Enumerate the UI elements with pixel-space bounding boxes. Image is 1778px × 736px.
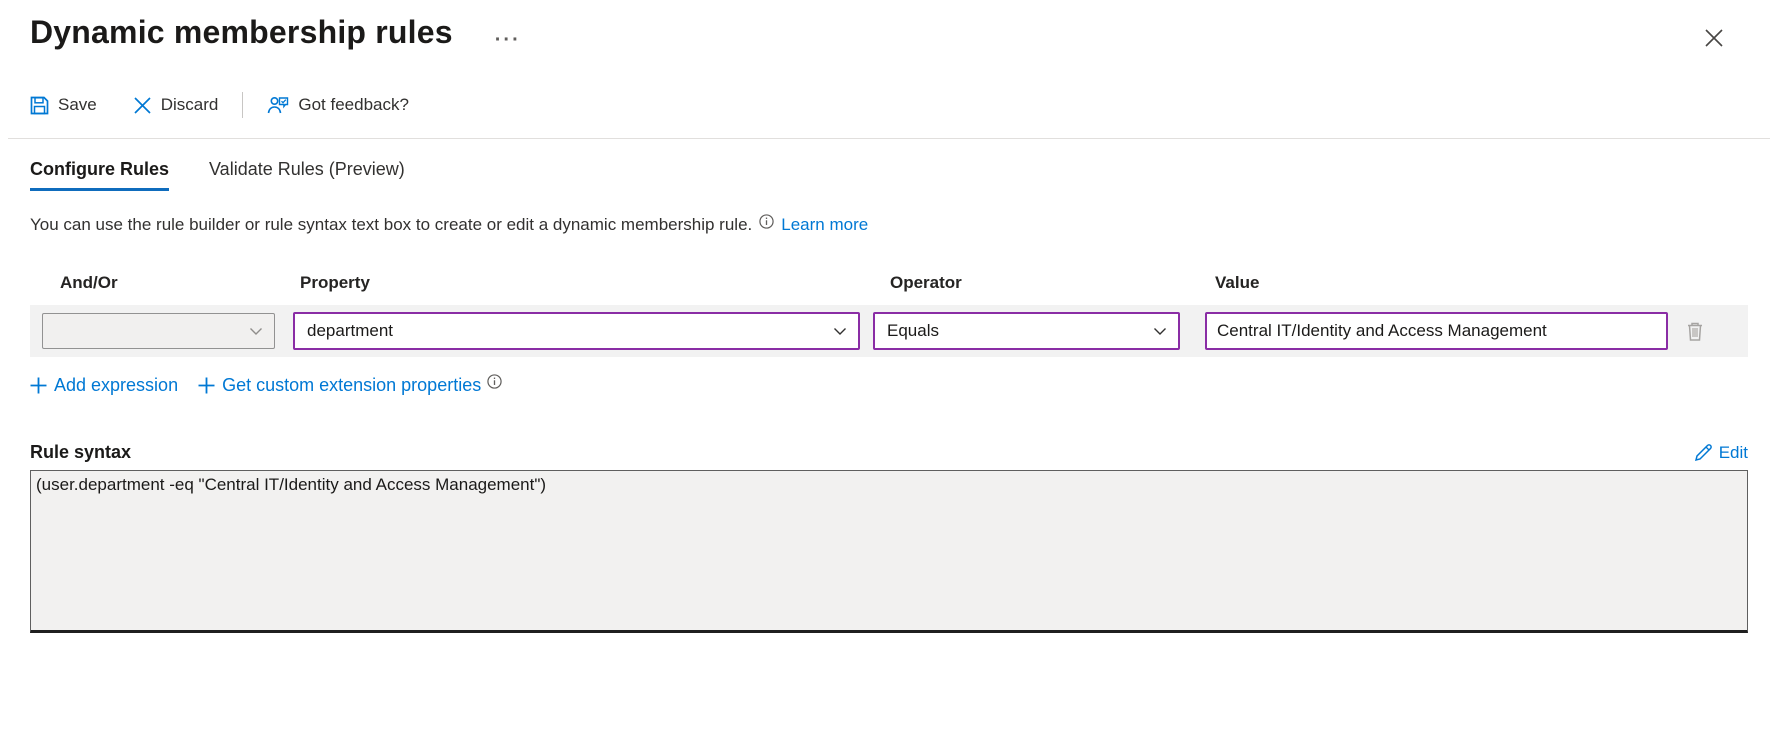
operator-selected-value: Equals	[887, 321, 939, 340]
column-header-value: Value	[1215, 273, 1260, 292]
property-dropdown[interactable]: department	[293, 312, 860, 350]
got-feedback-button[interactable]: Got feedback?	[267, 95, 409, 115]
floppy-disk-icon	[30, 96, 49, 115]
trash-icon	[1685, 320, 1705, 342]
delete-expression-button[interactable]	[1685, 320, 1705, 342]
plus-icon	[30, 377, 47, 394]
value-input[interactable]	[1205, 312, 1668, 350]
tab-configure-rules[interactable]: Configure Rules	[30, 159, 170, 191]
rule-syntax-label: Rule syntax	[30, 442, 132, 462]
column-header-property: Property	[300, 273, 370, 292]
edit-label: Edit	[1718, 443, 1748, 462]
description-text: You can use the rule builder or rule syn…	[30, 215, 753, 234]
chevron-down-icon	[832, 323, 848, 339]
rule-syntax-textbox: (user.department -eq "Central IT/Identit…	[30, 470, 1748, 633]
info-circle-icon[interactable]	[487, 374, 502, 389]
operator-dropdown[interactable]: Equals	[873, 312, 1180, 350]
pencil-icon	[1694, 444, 1712, 462]
x-icon	[133, 96, 152, 115]
blade-header: Dynamic membership rules ···	[30, 0, 1748, 52]
close-icon	[1704, 28, 1724, 48]
add-expression-label: Add expression	[54, 375, 179, 395]
close-button[interactable]	[1700, 24, 1728, 52]
edit-rule-syntax-button[interactable]: Edit	[1694, 443, 1748, 463]
rule-syntax-header: Rule syntax Edit	[30, 442, 1748, 463]
save-button[interactable]: Save	[30, 95, 97, 115]
dynamic-membership-rules-blade: Dynamic membership rules ··· Save Discar…	[0, 0, 1778, 736]
column-header-and-or: And/Or	[60, 273, 118, 292]
toolbar-separator	[8, 138, 1770, 139]
person-chat-icon	[267, 95, 289, 115]
and-or-dropdown[interactable]	[42, 313, 275, 349]
info-circle-icon[interactable]	[759, 213, 774, 229]
description-row: You can use the rule builder or rule syn…	[30, 213, 1748, 235]
tab-bar: Configure Rules Validate Rules (Preview)	[30, 159, 1748, 191]
command-bar: Save Discard Got feedback?	[30, 88, 1748, 122]
rule-builder-column-headers: And/Or Property Operator Value	[30, 273, 1748, 295]
column-header-operator: Operator	[890, 273, 962, 292]
rule-builder: And/Or Property Operator Value departmen…	[30, 273, 1748, 396]
page-title: Dynamic membership rules	[30, 14, 453, 50]
feedback-label: Got feedback?	[298, 95, 409, 114]
get-custom-extension-properties-label: Get custom extension properties	[222, 375, 482, 395]
discard-label: Discard	[160, 95, 219, 114]
plus-icon	[198, 377, 215, 394]
chevron-down-icon	[248, 323, 264, 339]
get-custom-extension-properties-button[interactable]: Get custom extension properties	[198, 375, 481, 396]
toolbar-divider	[242, 92, 244, 118]
save-label: Save	[58, 95, 97, 114]
rule-expression-row: department Equals	[30, 305, 1748, 357]
rule-builder-actions: Add expression Get custom extension prop…	[30, 374, 1748, 396]
add-expression-button[interactable]: Add expression	[30, 375, 178, 396]
discard-button[interactable]: Discard	[133, 95, 219, 115]
tab-validate-rules[interactable]: Validate Rules (Preview)	[209, 159, 405, 191]
chevron-down-icon	[1152, 323, 1168, 339]
property-selected-value: department	[307, 321, 393, 340]
learn-more-link[interactable]: Learn more	[781, 215, 868, 235]
ellipsis-icon[interactable]: ···	[495, 30, 521, 50]
